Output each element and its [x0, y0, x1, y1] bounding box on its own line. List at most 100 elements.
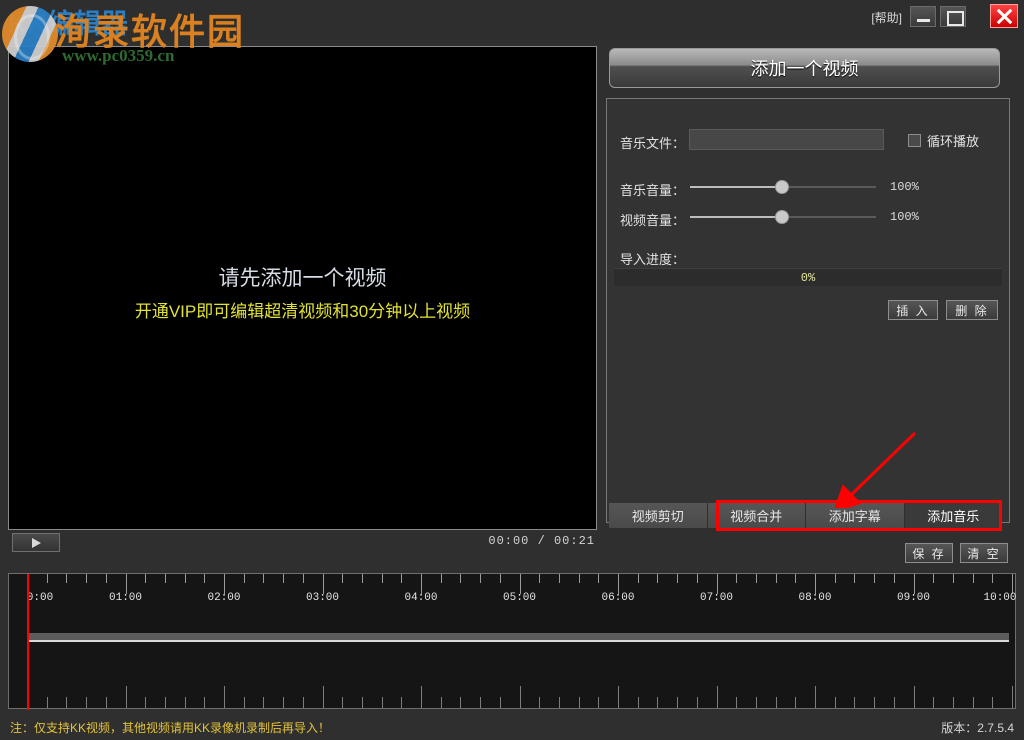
ruler-tick-minor — [164, 697, 166, 708]
ruler-tick-label: 05:00 — [502, 592, 537, 604]
tab-video-cut[interactable]: 视频剪切 — [609, 503, 708, 528]
tab-add-subtitle[interactable]: 添加字幕 — [806, 503, 905, 528]
timeline-ruler-top[interactable]: 0:00 01:00 02:00 03:00 04:00 05:00 06:00 07:00 0… — [9, 574, 1017, 608]
ruler-tick-minor — [696, 574, 698, 583]
ruler-tick-major — [913, 686, 915, 708]
ruler-tick-minor — [952, 697, 954, 708]
ruler-tick-label: 10:00 — [983, 592, 1017, 604]
checkbox-box-icon[interactable] — [908, 134, 921, 147]
timeline-ruler-bottom[interactable] — [9, 682, 1015, 708]
close-icon[interactable] — [990, 4, 1018, 28]
ruler-tick-minor — [283, 574, 285, 583]
ruler-tick-minor — [893, 574, 895, 583]
loop-playback-checkbox[interactable]: 循环播放 — [908, 131, 979, 150]
tab-strip: 视频剪切 视频合并 添加字幕 添加音乐 — [609, 503, 1002, 528]
minimize-icon[interactable] — [910, 6, 936, 27]
ruler-tick-major — [1012, 686, 1013, 708]
ruler-tick-minor — [755, 697, 757, 708]
play-icon[interactable] — [12, 533, 60, 552]
ruler-tick-minor — [834, 697, 836, 708]
help-link[interactable]: [帮助] — [871, 9, 902, 26]
status-note: 注：仅支持KK视频，其他视频请用KK录像机录制后再导入！ — [10, 721, 331, 735]
tab-video-merge[interactable]: 视频合并 — [707, 503, 806, 528]
ruler-tick-minor — [558, 574, 560, 583]
save-button[interactable]: 保 存 — [905, 543, 953, 563]
ruler-tick-minor — [499, 697, 501, 708]
ruler-tick-major — [618, 686, 619, 708]
ruler-tick-minor — [480, 574, 482, 583]
ruler-tick-minor — [283, 697, 285, 708]
music-volume-slider[interactable] — [690, 179, 876, 195]
ruler-tick-label: 04:00 — [404, 592, 438, 604]
ruler-tick-label: 03:00 — [305, 592, 340, 604]
slider-track-filled — [690, 216, 782, 218]
ruler-tick-minor — [755, 574, 757, 583]
app-title: KK编辑器 — [8, 9, 128, 39]
music-file-label: 音乐文件： — [620, 136, 686, 151]
ruler-tick-minor — [243, 697, 245, 708]
ruler-tick-minor — [657, 697, 659, 708]
ruler-tick-label: 08:00 — [798, 592, 832, 604]
ruler-tick-minor — [460, 697, 462, 708]
ruler-tick-major — [815, 574, 816, 594]
ruler-tick-minor — [342, 697, 344, 708]
ruler-tick-minor — [775, 697, 777, 708]
ruler-tick-major — [1012, 574, 1013, 594]
ruler-tick-major — [322, 574, 324, 594]
maximize-icon[interactable] — [940, 6, 966, 27]
insert-button[interactable]: 插 入 — [888, 300, 938, 320]
ruler-tick-minor — [401, 697, 403, 708]
ruler-tick-major — [421, 686, 422, 708]
title-bar: KK编辑器 [帮助] — [0, 0, 1024, 39]
timeline-track[interactable] — [27, 633, 1009, 642]
status-bar: 注：仅支持KK视频，其他视频请用KK录像机录制后再导入！ 版本：2.7.5.4 — [0, 712, 1024, 740]
timeline-playhead[interactable] — [27, 574, 29, 710]
ruler-tick-major — [224, 686, 225, 708]
ruler-tick-minor — [460, 574, 462, 583]
ruler-tick-major — [125, 574, 127, 594]
ruler-tick-major — [815, 686, 816, 708]
ruler-tick-minor — [578, 574, 580, 583]
status-version: 版本：2.7.5.4 — [941, 721, 1014, 735]
import-progress-value: 0% — [800, 270, 816, 285]
tab-add-music[interactable]: 添加音乐 — [904, 503, 1002, 528]
ruler-tick-minor — [401, 574, 403, 583]
ruler-tick-minor — [46, 697, 48, 708]
clear-button[interactable]: 清 空 — [960, 543, 1008, 563]
ruler-tick-minor — [637, 574, 639, 583]
ruler-tick-label: 07:00 — [699, 592, 734, 604]
ruler-tick-minor — [598, 697, 600, 708]
video-volume-label: 视频音量： — [620, 213, 686, 228]
timeline[interactable]: 0:00 01:00 02:00 03:00 04:00 05:00 06:00 07:00 0… — [8, 573, 1017, 710]
ruler-tick-major — [125, 686, 127, 708]
ruler-tick-minor — [263, 574, 265, 583]
ruler-tick-minor — [499, 574, 501, 583]
ruler-tick-minor — [598, 574, 600, 583]
ruler-tick-minor — [795, 574, 797, 583]
slider-track-empty — [782, 216, 876, 218]
slider-thumb[interactable] — [775, 180, 789, 194]
ruler-tick-minor — [302, 697, 304, 708]
ruler-tick-minor — [696, 697, 698, 708]
music-file-input[interactable] — [689, 129, 884, 150]
ruler-tick-major — [421, 574, 422, 594]
ruler-tick-minor — [145, 574, 147, 583]
ruler-tick-major — [224, 574, 225, 594]
ruler-tick-major — [519, 574, 521, 594]
ruler-tick-minor — [66, 574, 68, 583]
ruler-tick-minor — [637, 697, 639, 708]
video-canvas: 请先添加一个视频 开通VIP即可编辑超清视频和30分钟以上视频 — [9, 47, 596, 529]
ruler-tick-minor — [440, 574, 442, 583]
ruler-tick-minor — [105, 574, 107, 583]
ruler-tick-minor — [578, 697, 580, 708]
ruler-tick-minor — [381, 574, 383, 583]
ruler-tick-minor — [952, 574, 954, 583]
video-volume-slider[interactable] — [690, 209, 876, 225]
ruler-tick-minor — [440, 697, 442, 708]
video-preview[interactable]: 请先添加一个视频 开通VIP即可编辑超清视频和30分钟以上视频 — [8, 46, 597, 530]
slider-thumb[interactable] — [775, 210, 789, 224]
add-video-button[interactable]: 添加一个视频 — [609, 48, 1000, 88]
ruler-tick-minor — [657, 574, 659, 583]
video-volume-value: 100% — [890, 210, 919, 224]
delete-button[interactable]: 删 除 — [946, 300, 998, 320]
